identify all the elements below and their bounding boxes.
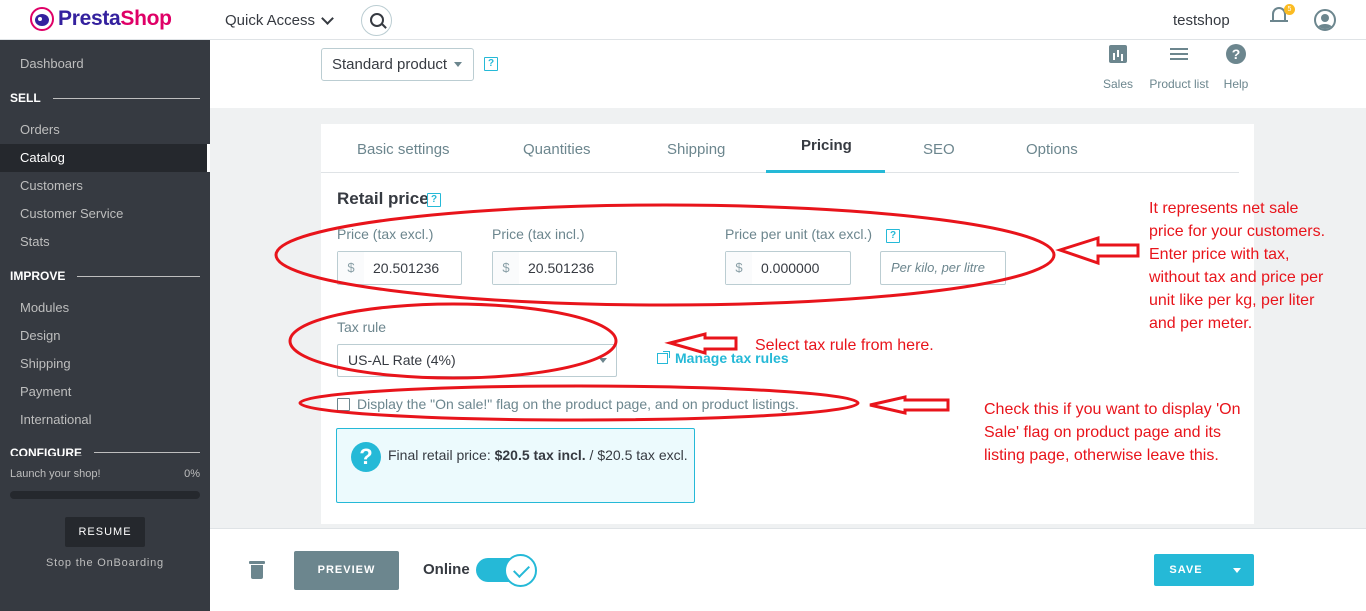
unit-price-label: Price per unit (tax excl.) [725,226,873,242]
tab-shipping[interactable]: Shipping [667,141,725,158]
sidebar-item-catalog[interactable]: Catalog [0,144,210,172]
prestashop-logo[interactable]: PrestaShop [30,7,172,31]
tax-rule-label: Tax rule [337,319,387,335]
sidebar-item-stats[interactable]: Stats [0,228,210,256]
product-tabs: Basic settings Quantities Shipping Prici… [321,124,1239,173]
caret-down-icon [599,358,607,363]
on-sale-label[interactable]: Display the "On sale!" flag on the produ… [357,396,799,412]
checkmark-icon [504,554,537,587]
product-type-help-icon[interactable]: ? [484,57,498,71]
resume-button[interactable]: RESUME [65,517,145,547]
save-button[interactable]: SAVE [1154,554,1254,586]
product-header: Standard product ? Sales Product list ? … [210,40,1366,108]
sidebar-item-design[interactable]: Design [0,322,210,350]
final-price-text: Final retail price: $20.5 tax incl. / $2… [388,447,688,463]
online-toggle[interactable] [476,554,537,587]
online-label: Online [423,561,470,578]
quick-access-dropdown[interactable]: Quick Access [225,11,334,29]
chevron-down-icon [321,11,334,25]
on-sale-checkbox[interactable] [337,398,350,411]
tax-annotation-note: Select tax rule from here. [755,337,934,354]
notification-count-badge: 5 [1284,4,1295,15]
sidebar-item-customer-service[interactable]: Customer Service [0,200,210,228]
tax-rule-value: US-AL Rate (4%) [348,352,456,368]
final-price-info-box: ? Final retail price: $20.5 tax incl. / … [336,428,695,503]
sale-annotation-note: Check this if you want to display 'On Sa… [984,401,1241,464]
sidebar-item-international[interactable]: International [0,406,210,434]
shop-name-link[interactable]: testshop [1173,12,1230,29]
sidebar-item-dashboard[interactable]: Dashboard [0,50,210,78]
retail-price-help-icon[interactable]: ? [427,193,441,207]
unit-price-input[interactable]: $ 0.000000 [725,251,851,285]
price-excl-value: 20.501236 [373,260,440,276]
unit-price-help-icon[interactable]: ? [886,229,900,243]
product-type-select[interactable]: Standard product [321,48,474,81]
price-incl-value: 20.501236 [528,260,595,276]
trash-icon[interactable] [249,561,265,579]
search-icon[interactable] [361,5,392,36]
sales-tool-label: Sales [1102,77,1134,91]
sidebar-item-payment[interactable]: Payment [0,378,210,406]
logo-text: PrestaShop [58,7,172,30]
price-excl-input[interactable]: $ 20.501236 [337,251,462,285]
tax-rule-select[interactable]: US-AL Rate (4%) [337,344,617,377]
sidebar-item-customers[interactable]: Customers [0,172,210,200]
tab-options[interactable]: Options [1026,141,1078,158]
launch-shop-progress-label: Launch your shop! 0% [10,468,200,480]
product-type-value: Standard product [332,56,448,73]
help-tool-button[interactable]: ? Help [1220,41,1252,91]
help-tool-label: Help [1223,77,1249,91]
bottom-action-bar: PREVIEW Online SAVE [210,528,1366,611]
chart-icon [1109,45,1127,63]
price-incl-input[interactable]: $ 20.501236 [492,251,617,285]
unit-type-input[interactable]: Per kilo, per litre [880,251,1006,285]
product-list-tool-label: Product list [1149,77,1209,91]
launch-percent: 0% [184,468,200,480]
currency-symbol: $ [493,252,519,284]
external-link-icon [657,350,670,364]
active-tab-indicator [766,170,885,173]
currency-symbol: $ [726,252,752,284]
puffin-logo-icon [30,7,54,31]
price-excl-label: Price (tax excl.) [337,226,434,242]
sidebar-section-sell: SELL [10,91,200,105]
price-annotation-note: It represents net sale price for your cu… [1149,200,1326,332]
sidebar-section-configure: CONFIGURE [10,446,200,456]
unit-price-value: 0.000000 [761,260,820,276]
sidebar: Dashboard SELL Orders Catalog Customers … [0,40,210,611]
caret-down-icon [454,62,462,67]
onboarding-progress-bar [10,491,200,499]
tab-seo[interactable]: SEO [923,141,955,158]
tab-basic-settings[interactable]: Basic settings [357,141,450,158]
price-incl-label: Price (tax incl.) [492,226,585,242]
product-list-tool-button[interactable]: Product list [1144,41,1214,91]
quick-access-label: Quick Access [225,12,316,29]
preview-button[interactable]: PREVIEW [294,551,399,590]
question-circle-icon: ? [351,442,381,472]
sales-tool-button[interactable]: Sales [1100,41,1136,91]
tab-pricing[interactable]: Pricing [801,137,852,154]
save-label: SAVE [1169,564,1203,576]
sidebar-section-improve: IMPROVE [10,269,200,283]
help-icon: ? [1226,44,1246,64]
sidebar-item-modules[interactable]: Modules [0,294,210,322]
launch-label: Launch your shop! [10,468,101,480]
bell-base [1270,20,1288,22]
retail-price-title: Retail price [337,189,429,208]
top-bar: PrestaShop Quick Access testshop 5 [0,0,1366,40]
currency-symbol: $ [338,252,364,284]
tab-quantities[interactable]: Quantities [523,141,591,158]
save-dropdown-caret-icon[interactable] [1224,554,1254,586]
user-account-icon[interactable] [1314,9,1336,31]
stop-onboarding-link[interactable]: Stop the OnBoarding [0,557,210,569]
sidebar-item-orders[interactable]: Orders [0,116,210,144]
notifications-bell-icon[interactable]: 5 [1270,4,1295,26]
list-icon [1170,48,1188,60]
sidebar-item-shipping[interactable]: Shipping [0,350,210,378]
